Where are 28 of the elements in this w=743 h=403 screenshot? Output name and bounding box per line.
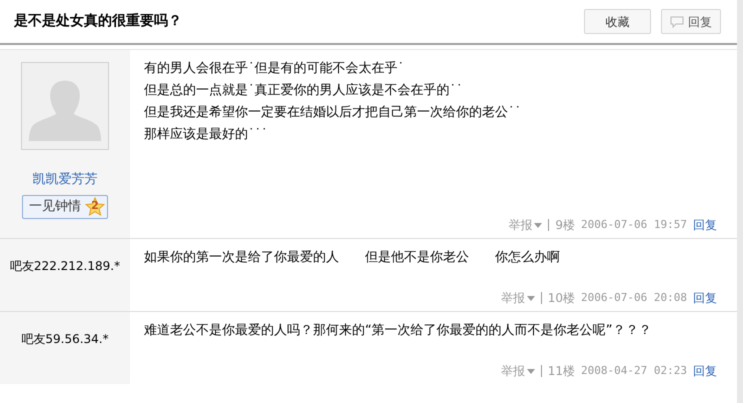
floor-number: 11楼 [548, 363, 576, 380]
reply-link[interactable]: 回复 [693, 289, 717, 307]
post-text: 如果你的第一次是给了你最爱的人 但是他不是你老公 你怎么办啊 [144, 249, 561, 267]
speech-bubble-icon [670, 16, 684, 28]
caret-icon [526, 296, 535, 300]
post-text: 有的男人会很在乎˙但是有的可能不会太在乎˙ [144, 60, 405, 78]
level-star: 2 [85, 196, 105, 216]
floor-number: 10楼 [548, 290, 576, 307]
post-time: 2006-07-06 20:08 [581, 290, 687, 306]
reply-button[interactable]: 回复 [661, 9, 721, 34]
guest-name: 吧友59.56.34.* [21, 331, 109, 348]
post-text: 但是总的一点就是˙真正爱你的男人应该是不会在乎的˙˙ [144, 82, 464, 100]
username-link[interactable]: 凯凯爱芳芳 [32, 170, 98, 190]
caret-icon [534, 222, 542, 228]
reply-link[interactable]: 回复 [693, 362, 717, 380]
post-text: 但是我还是希望你一定要在结婚以后才把自己第一次给你的老公˙˙ [144, 104, 522, 122]
avatar-silhouette-icon [21, 62, 109, 150]
thread-title: 是不是处女真的很重要吗？ [14, 12, 182, 31]
post-time: 2008-04-27 02:23 [581, 362, 687, 379]
post-time: 2006-07-06 19:57 [581, 216, 687, 233]
reply-link[interactable]: 回复 [693, 216, 717, 234]
rank-name: 一见钟情 [29, 198, 81, 216]
post-text: 难道老公不是你最爱的人吗？那何来的“第一次给了你最爱的的人而不是你老公呢”？？？ [144, 322, 652, 340]
guest-name: 吧友222.212.189.* [10, 258, 120, 275]
caret-icon [526, 368, 535, 374]
post-text: 那样应该是最好的˙˙˙ [144, 126, 268, 144]
floor-number: 9楼 [555, 217, 576, 234]
favorite-button[interactable]: 收藏 [584, 9, 651, 34]
